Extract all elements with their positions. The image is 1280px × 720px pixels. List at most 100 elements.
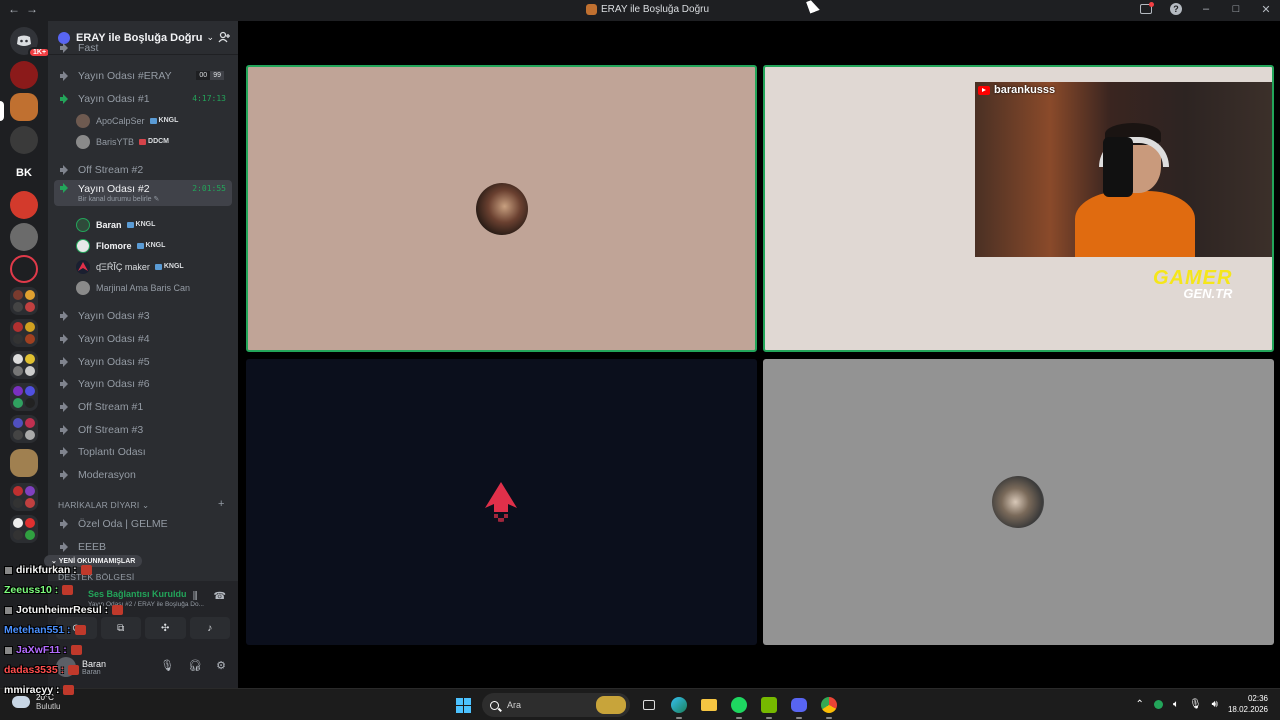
server-folder-1[interactable] bbox=[10, 287, 38, 315]
window-title: ERAY ile Boşluğa Doğru bbox=[586, 4, 709, 15]
voice-user[interactable]: ʠΞŔĨÇ maker KNGL bbox=[76, 257, 184, 276]
server-icon-6[interactable] bbox=[10, 223, 38, 251]
activities-button[interactable]: ✣ bbox=[145, 617, 186, 639]
category-name: HARİKALAR DİYARI bbox=[58, 500, 140, 510]
avatar bbox=[76, 259, 90, 274]
server-icon-3[interactable] bbox=[10, 126, 38, 154]
server-folder-6[interactable] bbox=[10, 483, 38, 511]
channel-yayin-4[interactable]: Yayın Odası #4 bbox=[54, 328, 232, 349]
avatar bbox=[76, 217, 90, 232]
chat-message: Metehan551 : bbox=[4, 623, 86, 637]
channel-eeeb[interactable]: EEEB bbox=[54, 536, 232, 557]
clock[interactable]: 02:36 18.02.2026 bbox=[1228, 693, 1268, 715]
channel-partial[interactable]: Fast bbox=[54, 43, 232, 53]
channel-yayin-6[interactable]: Yayın Odası #6 bbox=[54, 373, 232, 394]
microphone-icon[interactable]: 🎙︎ bbox=[1189, 699, 1202, 710]
voice-user[interactable]: Flomore KNGL bbox=[76, 236, 165, 255]
speaker-icon[interactable]: 🔈︎ bbox=[1173, 699, 1179, 710]
forward-arrow-icon[interactable]: → bbox=[26, 2, 44, 16]
headphones-icon[interactable]: 🎧︎ bbox=[188, 659, 202, 672]
channel-ozel-oda[interactable]: Özel Oda | GELME bbox=[54, 513, 232, 534]
voice-connected-status[interactable]: Ses Bağlantısı Kuruldu bbox=[88, 589, 187, 599]
category-harikalar[interactable]: HARİKALAR DİYARI ⌄ + bbox=[58, 498, 224, 511]
server-folder-5[interactable] bbox=[10, 415, 38, 443]
screen-share-button[interactable]: ⧉ bbox=[100, 617, 141, 639]
edge-button[interactable] bbox=[668, 694, 690, 719]
channel-yayin-1[interactable]: Yayın Odası #1 4:17:13 bbox=[54, 88, 232, 109]
soundboard-button[interactable]: ♪ bbox=[189, 617, 230, 639]
chevron-up-icon[interactable]: ⌃ bbox=[1136, 699, 1144, 710]
chrome-button[interactable] bbox=[818, 694, 840, 719]
channel-off-stream-2[interactable]: Off Stream #2 bbox=[54, 159, 232, 180]
channel-yayin-5[interactable]: Yayın Odası #5 bbox=[54, 351, 232, 372]
channel-off-stream-1[interactable]: Off Stream #1 bbox=[54, 396, 232, 417]
channel-yayin-eray[interactable]: Yayın Odası #ERAY 00 99 bbox=[54, 65, 232, 86]
speaker-icon bbox=[60, 446, 72, 457]
spotify-button[interactable] bbox=[728, 694, 750, 719]
voice-active-icon bbox=[60, 93, 72, 104]
voice-user[interactable]: BarisYTB DDCM bbox=[76, 132, 169, 151]
nvidia-button[interactable] bbox=[758, 694, 780, 719]
server-folder-7[interactable] bbox=[10, 515, 38, 543]
speaker-icon bbox=[60, 424, 72, 435]
speaker-icon bbox=[60, 164, 72, 175]
start-button[interactable] bbox=[452, 694, 474, 716]
server-icon-5[interactable] bbox=[10, 191, 38, 219]
volume-icon[interactable]: 🔊︎ bbox=[1212, 699, 1218, 710]
avatar bbox=[76, 113, 90, 128]
channel-yayin-2[interactable]: Yayın Odası #2 2:01:55 Bir kanal durumu … bbox=[54, 180, 232, 206]
inbox-icon[interactable] bbox=[1140, 2, 1154, 14]
participant-tile-3[interactable] bbox=[246, 359, 757, 645]
voice-user[interactable]: Baran KNGL bbox=[76, 215, 155, 234]
minimize-icon[interactable]: – bbox=[1200, 3, 1212, 16]
guild-tag: KNGL bbox=[136, 242, 165, 249]
channel-name: EEEB bbox=[78, 540, 107, 553]
signal-icon[interactable]: ⫼ bbox=[193, 591, 198, 602]
user-panel-name: Baran bbox=[82, 658, 107, 669]
emote-icon bbox=[62, 585, 74, 595]
guild-tag: KNGL bbox=[154, 263, 184, 270]
server-folder-2[interactable] bbox=[10, 319, 38, 347]
invite-icon[interactable] bbox=[218, 31, 230, 43]
task-view-button[interactable] bbox=[638, 694, 660, 716]
channel-status[interactable]: Bir kanal durumu belirle ✎ bbox=[78, 195, 159, 203]
speaker-icon bbox=[60, 541, 72, 552]
home-button[interactable]: 1K+ bbox=[10, 27, 52, 58]
add-channel-icon[interactable]: + bbox=[218, 498, 225, 510]
maximize-icon[interactable]: □ bbox=[1230, 3, 1242, 16]
webcam-overlay: barankusss bbox=[975, 82, 1272, 257]
emote-icon bbox=[68, 665, 80, 675]
discord-button[interactable] bbox=[788, 694, 810, 719]
microphone-icon[interactable]: 🎙︎ bbox=[160, 659, 174, 672]
disconnect-icon[interactable]: ☎ bbox=[214, 591, 226, 602]
channel-yayin-3[interactable]: Yayın Odası #3 bbox=[54, 305, 232, 326]
close-icon[interactable]: ✕ bbox=[1260, 3, 1272, 16]
channel-off-stream-3[interactable]: Off Stream #3 bbox=[54, 419, 232, 440]
speaker-icon bbox=[60, 333, 72, 344]
chat-badge-icon bbox=[4, 605, 13, 615]
channel-moderasyon[interactable]: Moderasyon bbox=[54, 464, 232, 485]
voice-user[interactable]: ApoCalpSer KNGL bbox=[76, 111, 178, 130]
chat-message: dirikfurkan : bbox=[4, 563, 92, 577]
server-icon-7[interactable] bbox=[10, 255, 38, 283]
back-arrow-icon[interactable]: ← bbox=[8, 2, 26, 16]
taskbar-search[interactable]: Ara bbox=[482, 693, 630, 717]
help-icon[interactable]: ? bbox=[1170, 3, 1182, 15]
chat-message: mmiracyy : bbox=[4, 683, 75, 697]
server-icon-1[interactable] bbox=[10, 61, 38, 89]
status-dot-icon[interactable] bbox=[1153, 699, 1163, 709]
participant-tile-1[interactable] bbox=[246, 65, 757, 352]
chevron-down-icon: ⌄ bbox=[142, 500, 150, 510]
chat-username: Zeeuss10 : bbox=[4, 584, 59, 596]
server-icon-8[interactable] bbox=[10, 449, 38, 477]
server-icon-eray[interactable] bbox=[10, 93, 38, 121]
voice-user[interactable]: Marjinal Ama Baris Can bbox=[76, 278, 190, 297]
server-bk[interactable]: BK bbox=[10, 159, 38, 187]
participant-tile-4[interactable] bbox=[763, 359, 1274, 645]
server-folder-3[interactable] bbox=[10, 351, 38, 379]
settings-gear-icon[interactable]: ⚙ bbox=[216, 659, 226, 672]
participant-tile-2[interactable]: barankusss GAMER GEN.TR bbox=[763, 65, 1274, 352]
file-explorer-button[interactable] bbox=[698, 694, 720, 716]
server-folder-4[interactable] bbox=[10, 383, 38, 411]
channel-toplanti[interactable]: Toplantı Odası bbox=[54, 441, 232, 462]
